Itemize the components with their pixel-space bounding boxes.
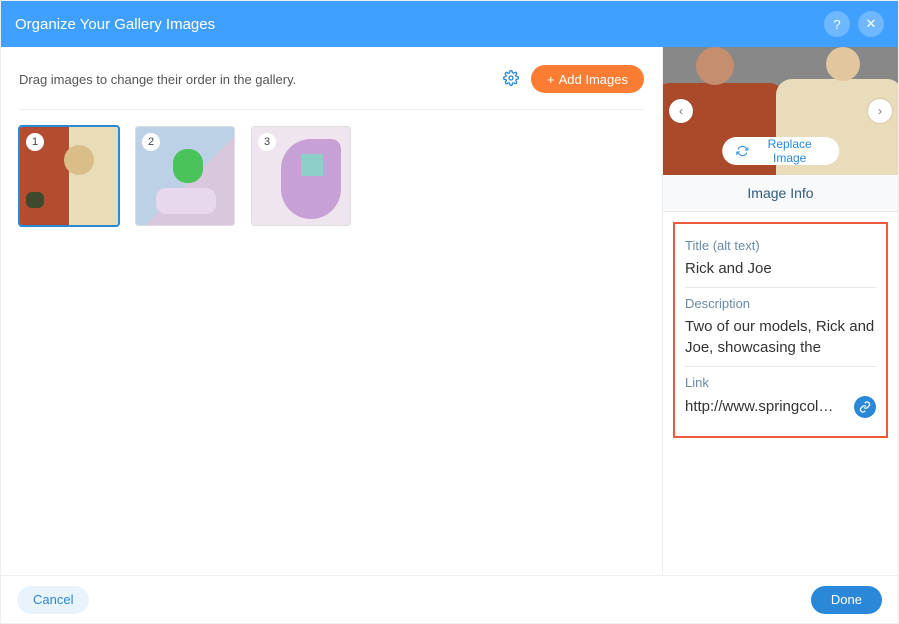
description-field[interactable]: Description Two of our models, Rick and … bbox=[685, 287, 876, 366]
cancel-label: Cancel bbox=[33, 592, 73, 607]
refresh-icon bbox=[736, 144, 748, 158]
link-field[interactable]: Link http://www.springcol… bbox=[685, 366, 876, 426]
thumbnail[interactable]: 3 bbox=[251, 126, 351, 226]
settings-button[interactable] bbox=[503, 70, 519, 89]
dialog-body: Drag images to change their order in the… bbox=[1, 47, 898, 575]
thumbnail-index: 1 bbox=[26, 133, 44, 151]
preview-image-detail bbox=[696, 47, 734, 85]
gear-icon bbox=[503, 70, 519, 86]
chevron-right-icon: › bbox=[878, 104, 882, 118]
title-field[interactable]: Title (alt text) Rick and Joe bbox=[685, 230, 876, 287]
dialog-header: Organize Your Gallery Images ? ✕ bbox=[1, 1, 898, 47]
plus-icon: + bbox=[547, 72, 555, 87]
add-images-label: Add Images bbox=[559, 72, 628, 87]
help-button[interactable]: ? bbox=[824, 11, 850, 37]
side-panel: ‹ › Replace Image Image Info Title (alt … bbox=[662, 47, 898, 575]
chevron-left-icon: ‹ bbox=[679, 104, 683, 118]
add-images-button[interactable]: + Add Images bbox=[531, 65, 644, 93]
instructions-text: Drag images to change their order in the… bbox=[19, 72, 296, 87]
description-label: Description bbox=[685, 296, 876, 311]
image-info-tab[interactable]: Image Info bbox=[663, 175, 898, 212]
done-label: Done bbox=[831, 592, 862, 607]
close-button[interactable]: ✕ bbox=[858, 11, 884, 37]
cancel-button[interactable]: Cancel bbox=[17, 586, 89, 614]
link-icon bbox=[859, 401, 871, 413]
replace-image-label: Replace Image bbox=[754, 137, 825, 165]
dialog-title: Organize Your Gallery Images bbox=[15, 16, 215, 33]
thumbnail-list: 1 2 3 bbox=[19, 110, 644, 226]
title-value: Rick and Joe bbox=[685, 259, 876, 279]
description-value: Two of our models, Rick and Joe, showcas… bbox=[685, 317, 876, 358]
replace-image-button[interactable]: Replace Image bbox=[722, 137, 840, 165]
thumbnail-index: 2 bbox=[142, 133, 160, 151]
title-label: Title (alt text) bbox=[685, 238, 876, 253]
dialog-footer: Cancel Done bbox=[1, 575, 898, 623]
gallery-organizer-dialog: Organize Your Gallery Images ? ✕ Drag im… bbox=[0, 0, 899, 624]
image-info-panel: Title (alt text) Rick and Joe Descriptio… bbox=[673, 222, 888, 438]
preview-next-button[interactable]: › bbox=[868, 99, 892, 123]
link-label: Link bbox=[685, 375, 876, 390]
close-icon: ✕ bbox=[866, 16, 877, 32]
thumbnail[interactable]: 1 bbox=[19, 126, 119, 226]
preview-prev-button[interactable]: ‹ bbox=[669, 99, 693, 123]
image-preview: ‹ › Replace Image bbox=[663, 47, 898, 175]
link-value: http://www.springcol… bbox=[685, 398, 844, 415]
done-button[interactable]: Done bbox=[811, 586, 882, 614]
edit-link-button[interactable] bbox=[854, 396, 876, 418]
thumbnail-index: 3 bbox=[258, 133, 276, 151]
thumbnail[interactable]: 2 bbox=[135, 126, 235, 226]
help-icon: ? bbox=[833, 17, 840, 32]
main-panel: Drag images to change their order in the… bbox=[1, 47, 662, 575]
